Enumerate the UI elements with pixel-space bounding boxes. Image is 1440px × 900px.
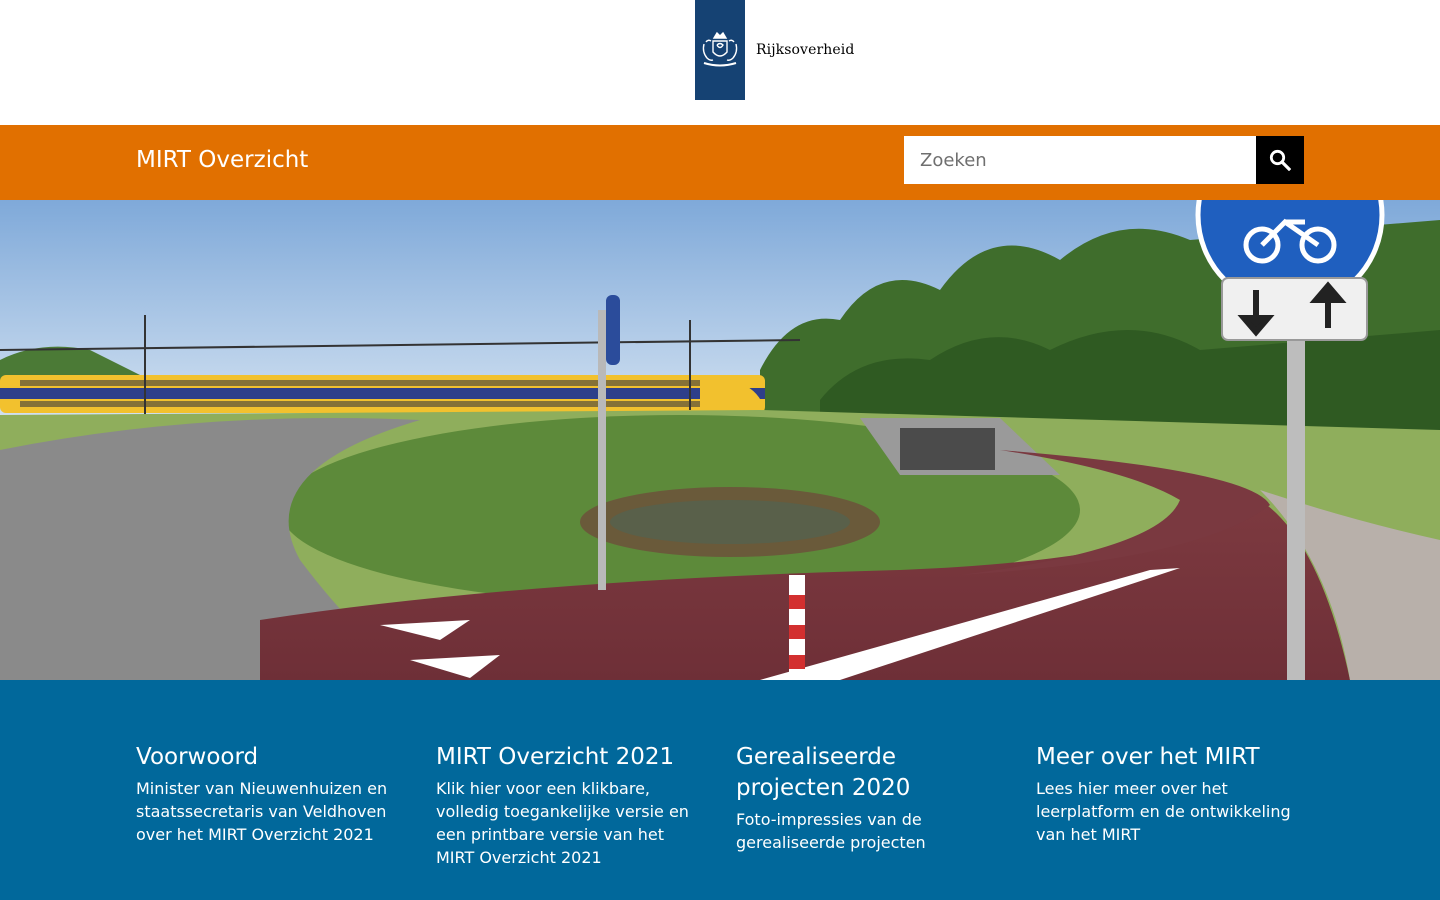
site-topbar: MIRT Overzicht: [0, 125, 1440, 200]
site-header: Rijksoverheid: [0, 0, 1440, 125]
tile-title: Meer over het MIRT: [1036, 744, 1260, 770]
site-title-link[interactable]: MIRT Overzicht: [136, 147, 308, 173]
feature-tiles: Voorwoord Minister van Nieuwenhuizen en …: [0, 680, 1440, 900]
tile-text: Minister van Nieuwenhuizen en staatssecr…: [136, 779, 388, 844]
tile-mirt-overzicht-2021[interactable]: MIRT Overzicht 2021 Klik hier voor een k…: [436, 742, 706, 869]
tile-title: Gerealiseerde projecten 2020: [736, 744, 911, 801]
tile-gerealiseerde-projecten[interactable]: Gerealiseerde projecten 2020 Foto-impres…: [736, 742, 1006, 854]
search-icon: [1269, 149, 1291, 171]
hero-image: [0, 200, 1440, 680]
tile-text: Lees hier meer over het leerplatform en …: [1036, 779, 1291, 844]
tile-meer-over-mirt[interactable]: Meer over het MIRT Lees hier meer over h…: [1036, 742, 1306, 846]
tile-title: MIRT Overzicht 2021: [436, 744, 675, 770]
tile-text: Foto-impressies van de gerealiseerde pro…: [736, 810, 926, 852]
search-input[interactable]: [904, 136, 1256, 184]
royal-coat-of-arms-icon: [702, 31, 738, 67]
tile-voorwoord[interactable]: Voorwoord Minister van Nieuwenhuizen en …: [136, 742, 406, 846]
rijksoverheid-logo-link[interactable]: Rijksoverheid: [695, 0, 854, 100]
tile-text: Klik hier voor een klikbare, volledig to…: [436, 779, 689, 867]
logo-text: Rijksoverheid: [756, 42, 855, 58]
search-button[interactable]: [1256, 136, 1304, 184]
logo-ribbon: [695, 0, 745, 100]
cycle-path-photo: [0, 200, 1440, 680]
tile-title: Voorwoord: [136, 744, 259, 770]
